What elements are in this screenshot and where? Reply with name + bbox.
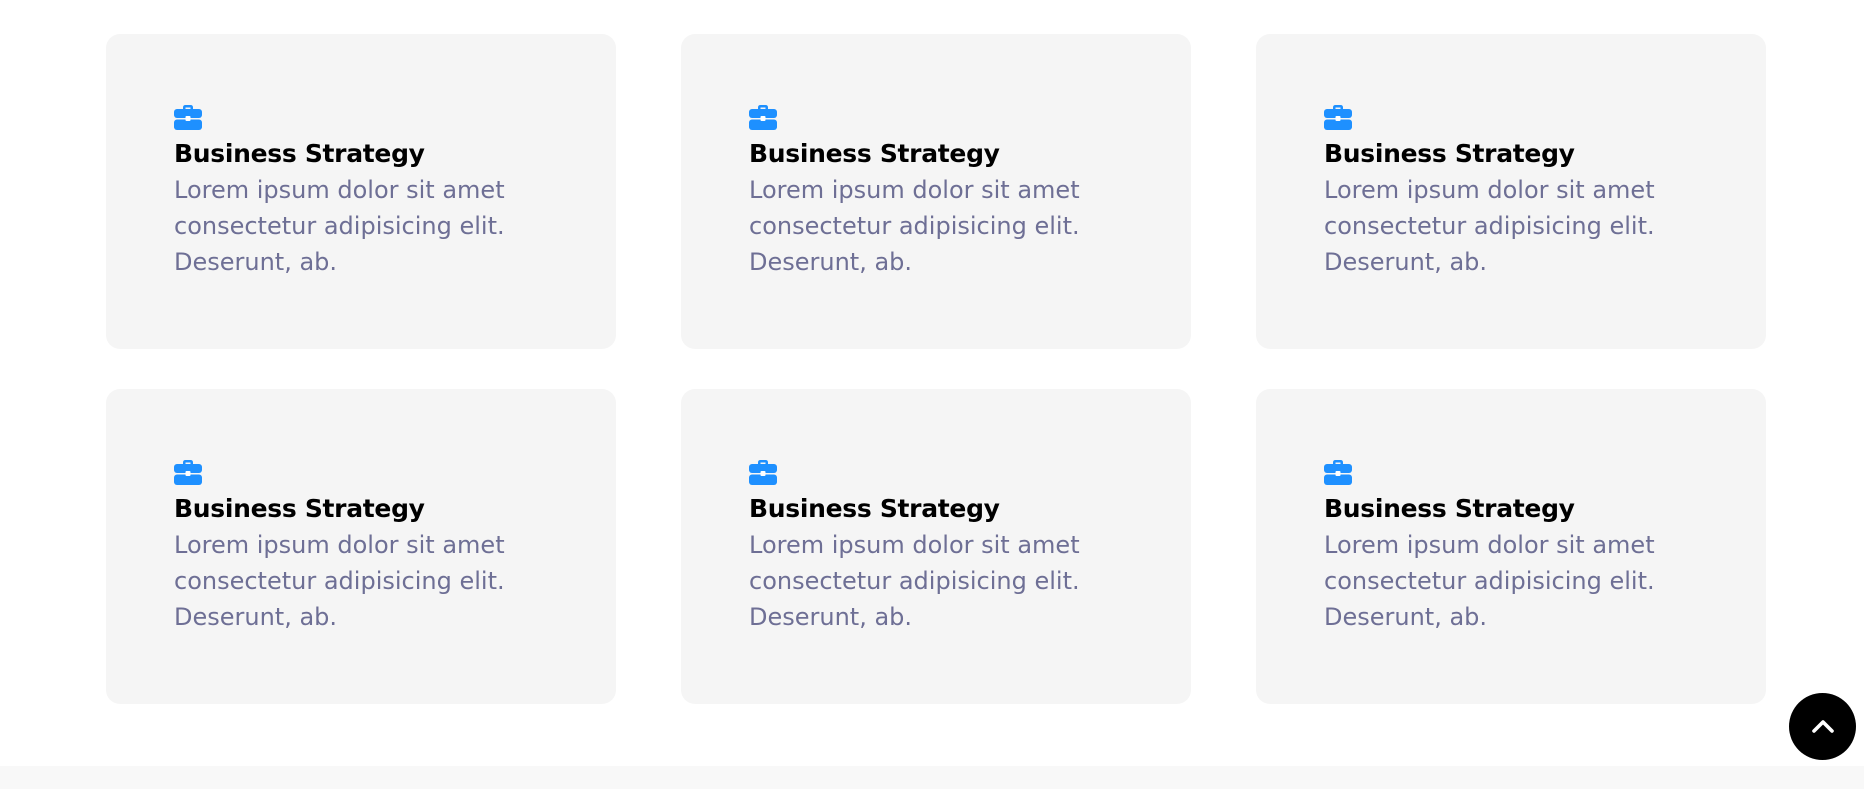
card-title: Business Strategy	[174, 139, 425, 168]
card-title: Business Strategy	[174, 494, 425, 523]
briefcase-icon	[749, 104, 777, 130]
card-title: Business Strategy	[749, 139, 1000, 168]
feature-card: Business Strategy Lorem ipsum dolor sit …	[681, 389, 1191, 704]
feature-card: Business Strategy Lorem ipsum dolor sit …	[106, 34, 616, 349]
feature-card: Business Strategy Lorem ipsum dolor sit …	[1256, 389, 1766, 704]
card-description: Lorem ipsum dolor sit amet consectetur a…	[174, 176, 505, 276]
card-description: Lorem ipsum dolor sit amet consectetur a…	[749, 531, 1080, 631]
briefcase-icon	[749, 459, 777, 485]
scroll-to-top-button[interactable]	[1789, 693, 1856, 760]
briefcase-icon	[1324, 104, 1352, 130]
card-description: Lorem ipsum dolor sit amet consectetur a…	[1324, 531, 1655, 631]
briefcase-icon	[174, 104, 202, 130]
page: Business Strategy Lorem ipsum dolor sit …	[0, 0, 1864, 789]
card-title: Business Strategy	[749, 494, 1000, 523]
card-description: Lorem ipsum dolor sit amet consectetur a…	[174, 531, 505, 631]
card-title: Business Strategy	[1324, 494, 1575, 523]
briefcase-icon	[1324, 459, 1352, 485]
feature-grid: Business Strategy Lorem ipsum dolor sit …	[106, 34, 1766, 704]
feature-card: Business Strategy Lorem ipsum dolor sit …	[106, 389, 616, 704]
briefcase-icon	[174, 459, 202, 485]
chevron-up-icon	[1810, 714, 1836, 740]
card-description: Lorem ipsum dolor sit amet consectetur a…	[1324, 176, 1655, 276]
card-title: Business Strategy	[1324, 139, 1575, 168]
footer-strip	[0, 766, 1864, 789]
card-description: Lorem ipsum dolor sit amet consectetur a…	[749, 176, 1080, 276]
feature-card: Business Strategy Lorem ipsum dolor sit …	[681, 34, 1191, 349]
feature-card: Business Strategy Lorem ipsum dolor sit …	[1256, 34, 1766, 349]
